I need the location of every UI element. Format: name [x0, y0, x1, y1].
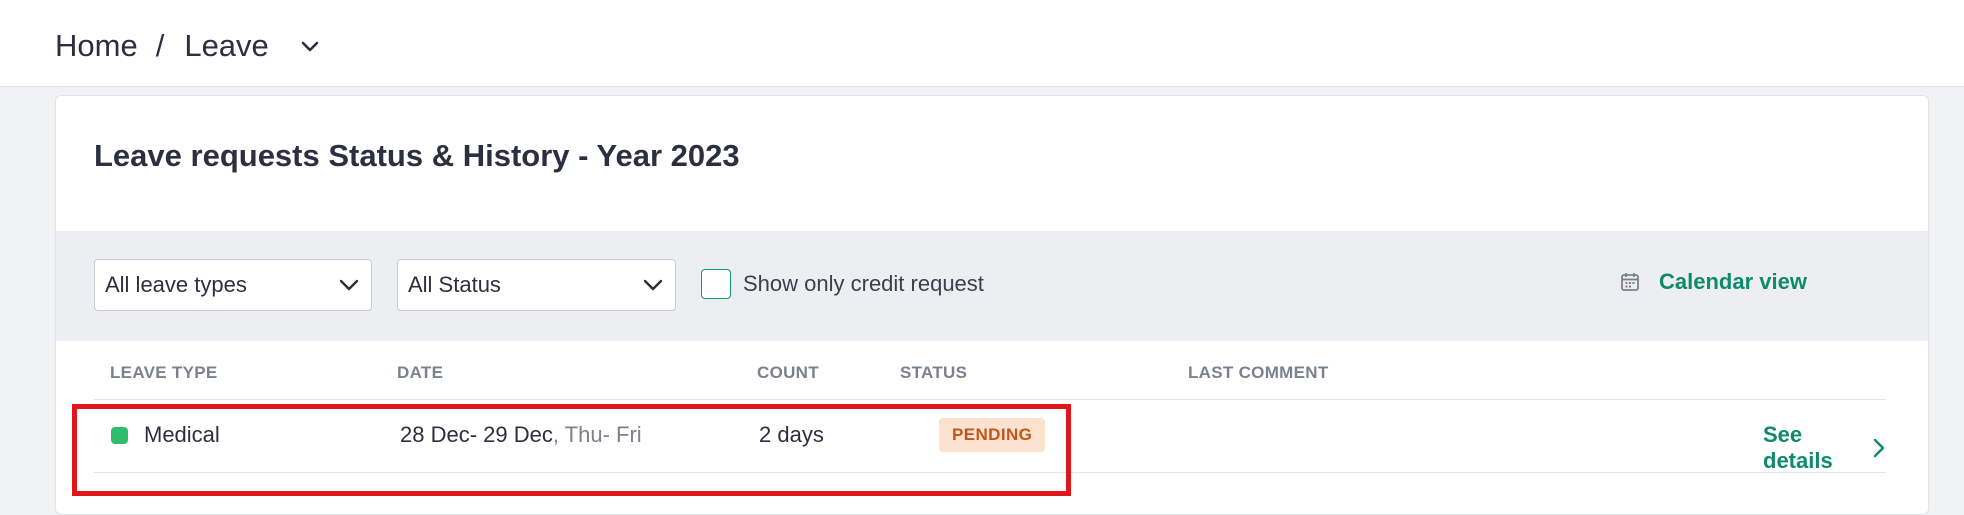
chevron-down-icon[interactable] [299, 35, 321, 57]
leave-requests-card: Leave requests Status & History - Year 2… [55, 95, 1929, 515]
status-select[interactable]: All Status [397, 259, 676, 311]
date-days: , Thu- Fri [552, 422, 642, 447]
table-header: LEAVE TYPE DATE COUNT STATUS LAST COMMEN… [94, 341, 1886, 400]
calendar-icon [1619, 271, 1641, 293]
see-details-label: See details [1763, 422, 1833, 473]
column-header-status: STATUS [900, 363, 968, 382]
breadcrumb: Home / Leave [55, 28, 321, 64]
filter-bar: All leave types All Status Show only cre… [56, 231, 1928, 341]
column-header-date: DATE [397, 363, 444, 382]
chevron-down-icon [641, 273, 665, 297]
chevron-right-icon [1872, 437, 1886, 459]
breadcrumb-current[interactable]: Leave [184, 28, 268, 64]
leave-type-color-dot [111, 427, 128, 444]
date-range: 28 Dec- 29 Dec [400, 422, 553, 447]
chevron-down-icon [337, 273, 361, 297]
date-cell: 28 Dec- 29 Dec, Thu- Fri [400, 422, 642, 448]
column-header-leave-type: LEAVE TYPE [110, 363, 218, 382]
see-details-link[interactable]: See details [1763, 422, 1886, 474]
page-title: Leave requests Status & History - Year 2… [94, 138, 740, 173]
column-header-last-comment: LAST COMMENT [1188, 363, 1329, 382]
page-header: Home / Leave [0, 0, 1964, 87]
breadcrumb-separator: / [155, 28, 165, 63]
breadcrumb-home[interactable]: Home [55, 28, 138, 64]
leave-type-cell: Medical [144, 422, 220, 447]
status-select-value: All Status [408, 272, 501, 297]
leave-type-select-value: All leave types [105, 272, 247, 297]
status-badge: PENDING [939, 418, 1046, 452]
calendar-view-label: Calendar view [1659, 269, 1807, 294]
count-cell: 2 days [759, 422, 824, 447]
column-header-count: COUNT [757, 363, 819, 382]
leave-type-select[interactable]: All leave types [94, 259, 372, 311]
credit-request-filter: Show only credit request [701, 269, 984, 299]
table-row[interactable]: Medical 28 Dec- 29 Dec, Thu- Fri 2 days … [94, 400, 1886, 473]
calendar-view-button[interactable]: Calendar view [1619, 269, 1807, 295]
credit-request-checkbox[interactable] [701, 269, 731, 299]
credit-request-label[interactable]: Show only credit request [743, 271, 984, 297]
